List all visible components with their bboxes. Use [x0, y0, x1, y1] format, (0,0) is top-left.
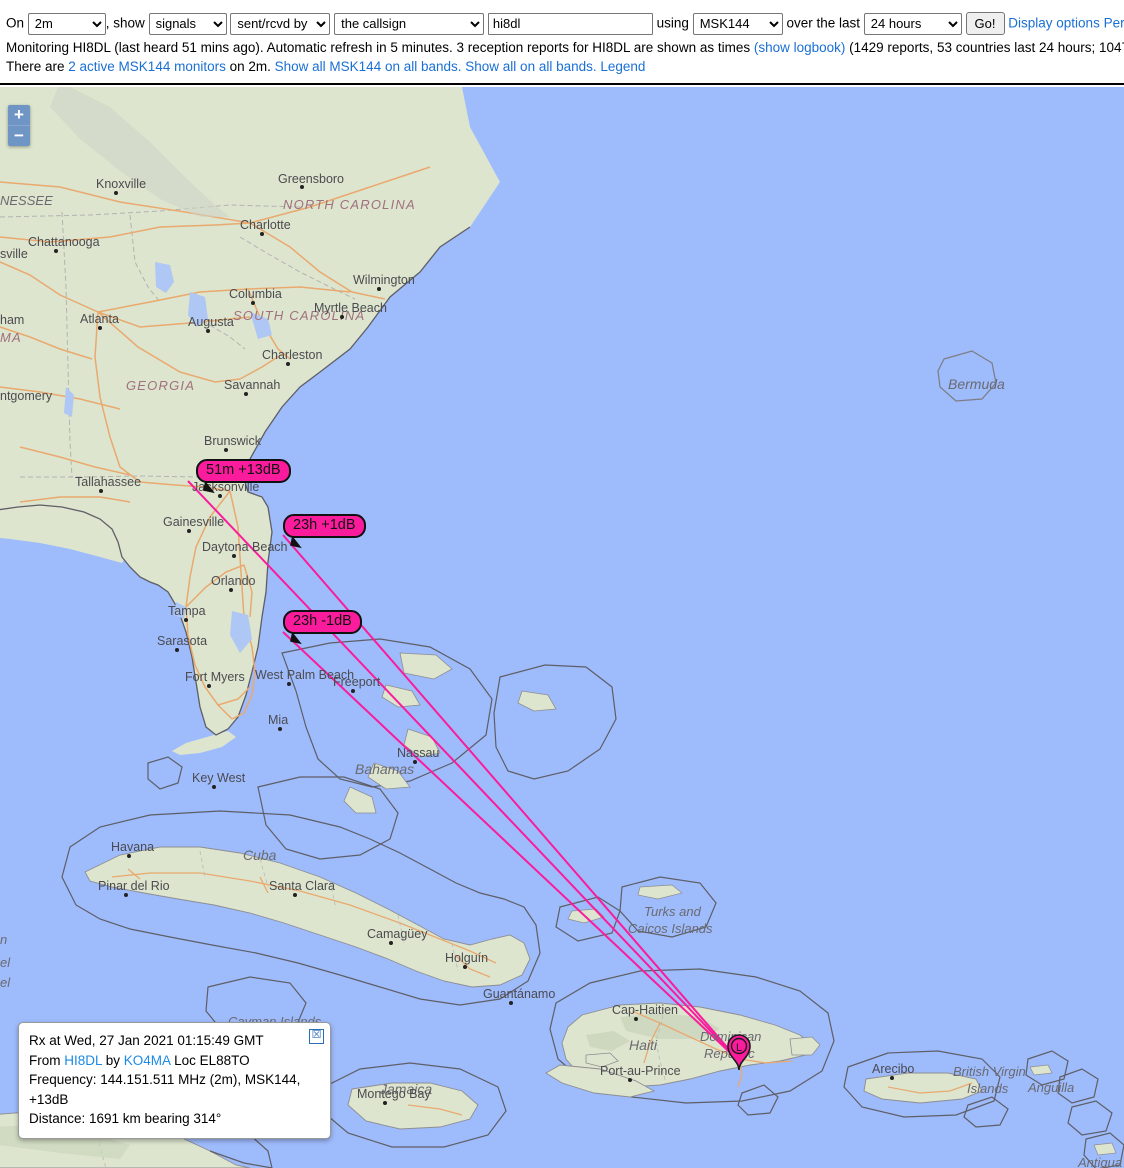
status-line-monitoring: Monitoring HI8DL (last heard 51 mins ago… [6, 40, 1124, 55]
popup-stations: From HI8DL by KO4MA Loc EL88TO [29, 1051, 320, 1071]
city-dot [628, 1078, 632, 1082]
city-dot [206, 329, 210, 333]
psk-reporter-page: On 2m6m10m20m40m70cm, show signalsmonito… [0, 0, 1124, 1168]
city-dot [251, 301, 255, 305]
status-monitoring-text: Monitoring HI8DL (last heard 51 mins ago… [6, 40, 754, 55]
city-dot [229, 588, 233, 592]
callout-tail [290, 535, 304, 549]
band-select[interactable]: 2m6m10m20m40m70cm [27, 12, 106, 35]
over-the-last-label: over the last [786, 15, 860, 31]
city-dot [634, 1017, 638, 1021]
city-dot [54, 249, 58, 253]
city-dot [287, 682, 291, 686]
display-options-link[interactable]: Display options [1008, 16, 1100, 31]
city-dot [293, 893, 297, 897]
signal-callout[interactable]: 51m +13dB [196, 459, 291, 494]
signal-callout-label: 51m +13dB [206, 462, 281, 478]
city-dot [351, 689, 355, 693]
callsign-input[interactable] [487, 12, 653, 35]
show-label: , show [105, 15, 145, 31]
signal-callout[interactable]: 23h +1dB [283, 514, 366, 549]
query-form: On 2m6m10m20m40m70cm, show signalsmonito… [6, 12, 1124, 35]
marker-letter: L [736, 1042, 742, 1054]
query-toolbar: On 2m6m10m20m40m70cm, show signalsmonito… [0, 0, 1124, 85]
city-dot [175, 648, 179, 652]
city-dot [124, 893, 128, 897]
city-dot [377, 287, 381, 291]
city-dot [260, 232, 264, 236]
city-dot [99, 489, 103, 493]
map-basemap [0, 87, 1124, 1168]
city-dot [218, 494, 222, 498]
popup-distance: Distance: 1691 km bearing 314° [29, 1111, 222, 1126]
signal-callout[interactable]: 23h -1dB [283, 610, 362, 645]
propagation-map[interactable]: + − NORTH CAROLINA SOUTH CAROLINA GEORGIA M… [0, 87, 1124, 1168]
reception-report-popup[interactable]: ☒ Rx at Wed, 27 Jan 2021 01:15:49 GMT Fr… [18, 1022, 331, 1139]
active-monitors-link[interactable]: 2 active MSK144 monitors [68, 59, 226, 74]
legend-link[interactable]: Legend [600, 59, 645, 74]
show-logbook-link[interactable]: (show logbook) [754, 40, 846, 55]
on-label: On [6, 15, 25, 31]
city-dot [463, 965, 467, 969]
city-dot [383, 1101, 387, 1105]
map-pin-icon: L [727, 1034, 751, 1071]
city-dot [207, 684, 211, 688]
city-dot [286, 362, 290, 366]
there-are-text: There are [6, 59, 69, 74]
popup-frequency: Frequency: 144.151.511 MHz (2m), MSK144,… [29, 1072, 301, 1107]
signal-type-select[interactable]: signalsmonitorsDX [148, 12, 227, 35]
city-dot [187, 529, 191, 533]
status-line-monitors: There are 2 active MSK144 monitors on 2m… [6, 59, 645, 74]
map-zoom-control[interactable]: + − [8, 105, 30, 146]
using-label: using [656, 15, 689, 31]
city-dot [212, 785, 216, 789]
callout-tail [290, 631, 304, 645]
zoom-in-button[interactable]: + [8, 105, 30, 126]
city-dot [300, 185, 304, 189]
city-dot [184, 618, 188, 622]
mode-select[interactable]: MSK144FT8FT4JT65WSPRall modes [692, 12, 783, 35]
land-puerto-rico [863, 1072, 983, 1104]
callout-tail [203, 480, 217, 494]
go-button[interactable]: Go! [965, 12, 1005, 35]
city-dot [127, 854, 131, 858]
show-all-msk144-link[interactable]: Show all MSK144 on all bands. [275, 59, 462, 74]
popup-timestamp: Rx at Wed, 27 Jan 2021 01:15:49 GMT [29, 1033, 264, 1048]
city-dot [114, 191, 118, 195]
city-dot [278, 727, 282, 731]
station-marker[interactable]: L [726, 1033, 752, 1071]
popup-locator: Loc EL88TO [170, 1052, 250, 1068]
close-icon[interactable]: ☒ [309, 1029, 324, 1044]
city-dot [413, 760, 417, 764]
signal-callout-label: 23h -1dB [293, 613, 352, 629]
popup-from-callsign-link[interactable]: HI8DL [64, 1053, 102, 1068]
popup-by-callsign-link[interactable]: KO4MA [124, 1053, 171, 1068]
status-reports-counts: (1429 reports, 53 countries last 24 hour… [849, 40, 1124, 55]
popup-by-label: by [102, 1052, 124, 1068]
direction-select[interactable]: sent/rcvd bysent byrcvd by [230, 12, 331, 35]
target-select[interactable]: the callsignthe grid squareanyone [334, 12, 485, 35]
city-dot [232, 554, 236, 558]
city-dot [509, 1001, 513, 1005]
zoom-out-button[interactable]: − [8, 126, 30, 146]
signal-callout-label: 23h +1dB [293, 517, 356, 533]
on-band-text: on 2m. [225, 59, 275, 74]
city-dot [389, 941, 393, 945]
permalink-link[interactable]: Permalink [1104, 16, 1124, 31]
show-all-bands-link[interactable]: Show all on all bands. [465, 59, 596, 74]
period-select[interactable]: 15 minutes1 hour3 hours24 hours [863, 12, 962, 35]
popup-from-label: From [29, 1052, 65, 1068]
city-dot [244, 392, 248, 396]
city-dot [340, 315, 344, 319]
city-dot [98, 326, 102, 330]
city-dot [224, 448, 228, 452]
city-dot [890, 1076, 894, 1080]
